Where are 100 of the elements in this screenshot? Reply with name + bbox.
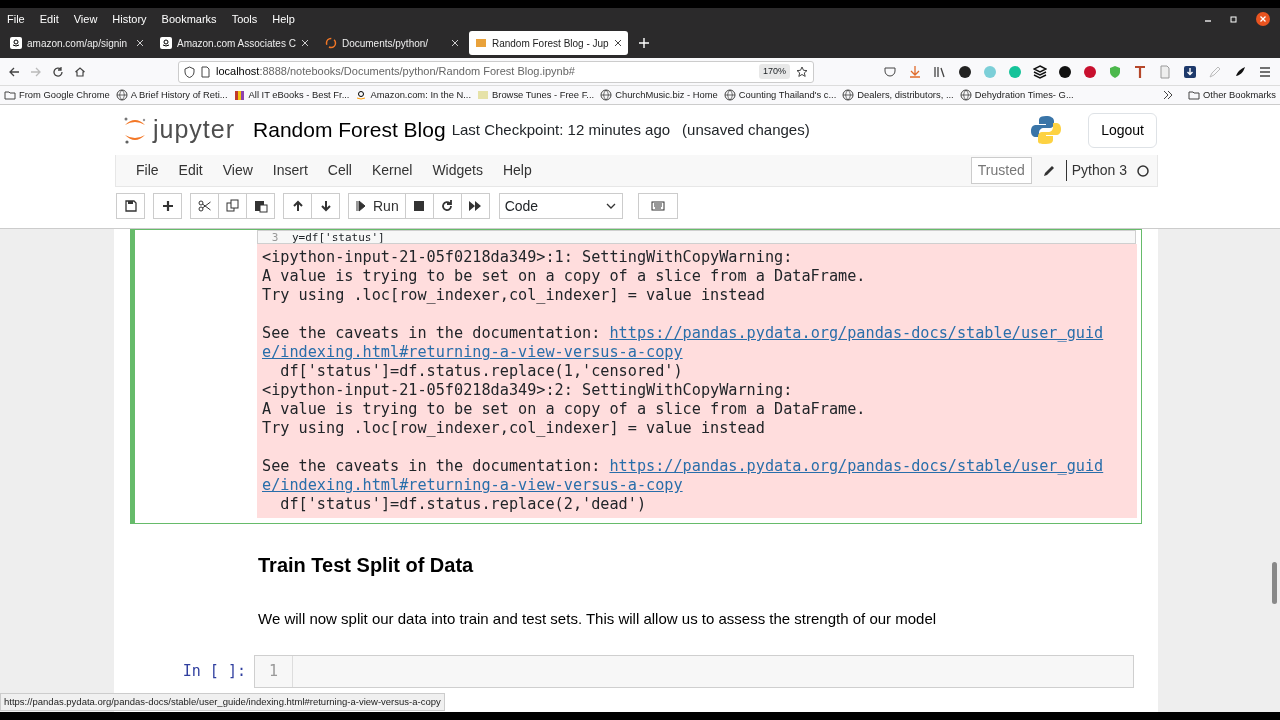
stop-icon bbox=[412, 199, 427, 213]
folder-icon bbox=[4, 89, 16, 101]
menu-item[interactable]: Cell bbox=[327, 160, 352, 181]
python-logo-icon bbox=[1030, 114, 1063, 146]
browser-tab[interactable]: Documents/python/ bbox=[318, 31, 465, 55]
stop-button[interactable] bbox=[404, 193, 434, 219]
restore-icon[interactable] bbox=[1230, 15, 1238, 23]
restart-icon bbox=[440, 199, 455, 213]
output-text: <ipython-input-21-05f0218da349>:2: SettingWithCopyWarning: bbox=[262, 381, 793, 399]
scrollbar-thumb[interactable] bbox=[1272, 562, 1277, 604]
menu-item[interactable]: Widgets bbox=[432, 160, 483, 181]
menu-item[interactable]: Edit bbox=[39, 10, 59, 28]
trusted-button[interactable]: Trusted bbox=[970, 157, 1032, 184]
bookmark[interactable]: Other Bookmarks bbox=[1188, 87, 1276, 103]
menu-item[interactable]: View bbox=[222, 160, 253, 181]
browser-tab[interactable]: Amazon.com Associates C bbox=[154, 31, 315, 55]
code-line: y=df['status'] bbox=[292, 231, 385, 243]
bookmark[interactable]: Counting Thailand's c... bbox=[723, 87, 837, 103]
chevrons-icon[interactable] bbox=[1162, 89, 1175, 101]
jupyter-logo-icon bbox=[123, 115, 147, 145]
documentation-link[interactable]: https://pandas.pydata.org/pandas-docs/stable/user_guid bbox=[609, 324, 1104, 342]
input-prompt: In [ ]: bbox=[181, 660, 247, 682]
bookmark[interactable]: All IT eBooks - Best Fr... bbox=[233, 87, 350, 103]
cell-type-dropdown[interactable]: Code bbox=[498, 193, 623, 219]
bookmark[interactable]: Dehydration Times- G... bbox=[959, 87, 1074, 103]
logout-button[interactable]: Logout bbox=[1088, 112, 1157, 148]
paste-button[interactable] bbox=[246, 193, 275, 219]
shield-icon bbox=[184, 65, 195, 78]
output-text: <ipython-input-21-05f0218da349>:1: SettingWithCopyWarning: bbox=[262, 248, 793, 266]
menu-item[interactable]: File bbox=[7, 10, 25, 28]
cut-button[interactable] bbox=[190, 193, 219, 219]
menu-item[interactable]: Edit bbox=[178, 160, 203, 181]
documentation-link[interactable]: e/indexing.html#returning-a-view-versus-a-copy bbox=[262, 343, 683, 361]
code-cell[interactable] bbox=[130, 229, 1142, 524]
keyboard-button[interactable] bbox=[637, 193, 678, 219]
reload-icon[interactable] bbox=[52, 65, 64, 78]
bookmark[interactable]: Dealers, distributors, ... bbox=[842, 87, 954, 103]
zoom-level: 170% bbox=[758, 63, 790, 80]
keyboard-icon bbox=[650, 199, 665, 213]
circle-icon[interactable] bbox=[1058, 64, 1072, 79]
home-icon[interactable] bbox=[74, 65, 86, 78]
output-text: See the caveats in the documentation: bbox=[262, 457, 602, 475]
checkpoint-text: Last Checkpoint: 12 minutes ago bbox=[451, 119, 671, 140]
add-cell-button[interactable] bbox=[153, 193, 182, 219]
menu-item[interactable]: Bookmarks bbox=[161, 10, 217, 28]
menu-item[interactable]: History bbox=[112, 10, 147, 28]
new-tab-icon[interactable] bbox=[637, 37, 650, 49]
pocket-icon[interactable] bbox=[883, 64, 897, 79]
fast-forward-icon bbox=[468, 199, 483, 213]
save-button[interactable] bbox=[116, 193, 145, 219]
menu-item[interactable]: Help bbox=[502, 160, 532, 181]
menu-item[interactable]: Tools bbox=[231, 10, 258, 28]
star-icon[interactable] bbox=[796, 65, 808, 78]
documentation-link[interactable]: e/indexing.html#returning-a-view-versus-a-copy bbox=[262, 476, 683, 494]
globe-icon bbox=[115, 89, 128, 101]
bookmark[interactable]: ChurchMusic.biz - Home bbox=[600, 87, 718, 103]
logo-text: jupyter bbox=[153, 114, 236, 146]
spinner-icon bbox=[324, 37, 337, 49]
bookmark[interactable]: A Brief History of Reti... bbox=[115, 87, 228, 103]
close-icon[interactable] bbox=[1256, 12, 1270, 26]
restart-button[interactable] bbox=[432, 193, 462, 219]
folder-icon bbox=[1188, 89, 1201, 101]
move-up-button[interactable] bbox=[283, 193, 312, 219]
menu-item[interactable]: File bbox=[136, 160, 159, 181]
unsaved-status: (unsaved changes) bbox=[682, 119, 810, 140]
bookmark[interactable]: Browse Tunes - Free F... bbox=[477, 87, 595, 103]
menu-icon[interactable] bbox=[1258, 64, 1272, 79]
notebook-title[interactable]: Random Forest Blog bbox=[253, 114, 446, 146]
books-icon bbox=[233, 89, 246, 101]
output-text: Try using .loc[row_indexer,col_indexer] = value instead bbox=[262, 286, 765, 304]
output-text: A value is trying to be set on a copy of a slice from a DataFrame. bbox=[262, 267, 866, 285]
output-text: Try using .loc[row_indexer,col_indexer] = value instead bbox=[262, 419, 765, 437]
bookmark[interactable]: From Google Chrome bbox=[4, 87, 110, 103]
address-bar[interactable]: localhost:8888/notebooks/Documents/python/Random Forest Blog.ipynb# 170% bbox=[178, 60, 814, 83]
copy-icon bbox=[225, 199, 240, 213]
browser-tab[interactable]: Random Forest Blog - Jup bbox=[468, 31, 628, 55]
download-icon[interactable] bbox=[1183, 64, 1197, 79]
globe-icon bbox=[959, 89, 972, 101]
circle-icon[interactable] bbox=[958, 64, 972, 79]
back-icon[interactable] bbox=[8, 65, 20, 78]
library-icon[interactable] bbox=[933, 64, 947, 79]
save-icon bbox=[123, 199, 138, 213]
globe-icon bbox=[723, 89, 736, 101]
move-down-button[interactable] bbox=[311, 193, 340, 219]
letter-t-icon[interactable] bbox=[1133, 64, 1147, 79]
browser-tab[interactable]: amazon.com/ap/signin bbox=[4, 31, 150, 55]
run-button[interactable]: Run bbox=[348, 193, 406, 219]
paste-icon bbox=[253, 199, 268, 213]
layers-icon[interactable] bbox=[1033, 64, 1047, 79]
menu-item[interactable]: Kernel bbox=[371, 160, 413, 181]
cut-icon bbox=[197, 199, 212, 213]
close-icon[interactable] bbox=[613, 39, 622, 47]
fast-forward-button[interactable] bbox=[460, 193, 490, 219]
menu-item[interactable]: View bbox=[73, 10, 98, 28]
bookmark[interactable]: Amazon.com: In the N... bbox=[355, 87, 472, 103]
menu-item[interactable]: Insert bbox=[272, 160, 308, 181]
documentation-link[interactable]: https://pandas.pydata.org/pandas-docs/stable/user_guid bbox=[609, 457, 1104, 475]
globe-icon bbox=[600, 89, 613, 101]
menu-item[interactable]: Help bbox=[272, 10, 295, 28]
pencil-icon[interactable] bbox=[1041, 163, 1056, 178]
